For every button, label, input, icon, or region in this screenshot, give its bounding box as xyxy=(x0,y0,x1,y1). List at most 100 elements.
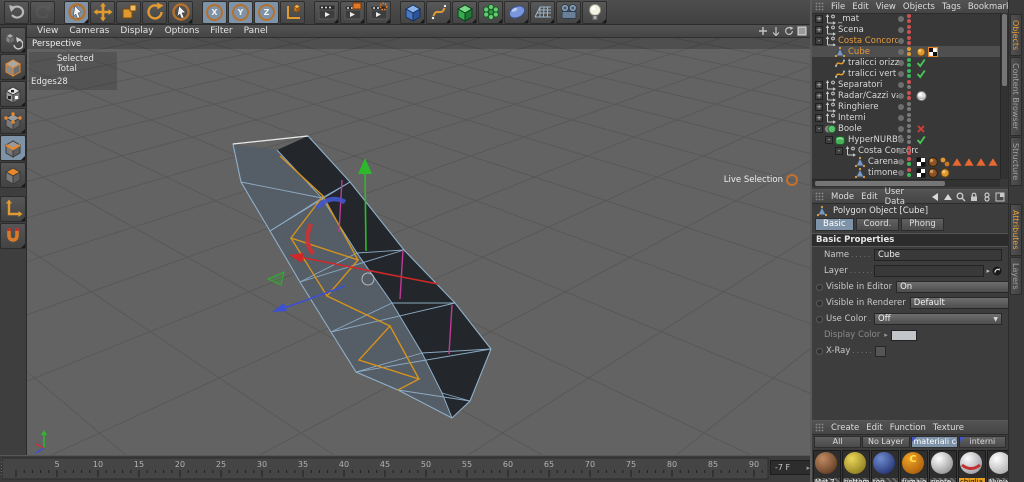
add-hypernurbs-button[interactable] xyxy=(452,0,477,24)
material-fumaiol[interactable]: Cfumaiol xyxy=(900,450,928,482)
visibility-dot[interactable] xyxy=(907,58,911,62)
om-menu-objects[interactable]: Objects xyxy=(903,2,935,12)
tri-up-icon[interactable] xyxy=(943,192,953,202)
lock-x-button[interactable]: X xyxy=(202,0,227,24)
side-tab-content-browser[interactable]: Content Browser xyxy=(1010,57,1022,137)
display-color-swatch[interactable] xyxy=(890,329,917,341)
om-menu-bookmark[interactable]: Bookmark xyxy=(968,2,1011,12)
object-row-ringhiere[interactable]: + Ringhiere xyxy=(812,101,1000,113)
visibility-dot[interactable] xyxy=(907,113,911,117)
visibility-dot[interactable] xyxy=(907,129,911,133)
visibility-dot[interactable] xyxy=(907,52,911,56)
layer-dot[interactable] xyxy=(898,103,904,110)
cross-tag-icon[interactable] xyxy=(916,124,926,134)
edge-mode-button[interactable] xyxy=(0,135,26,161)
layer-dot[interactable] xyxy=(898,136,904,143)
material-tab-interni[interactable]: interni xyxy=(958,436,1006,448)
object-row-scena[interactable]: + Scena xyxy=(812,24,1000,36)
add-modifier-button[interactable] xyxy=(478,0,503,24)
toggle-view-icon[interactable] xyxy=(797,26,807,36)
viewport-menu-cameras[interactable]: Cameras xyxy=(69,26,109,36)
material-top-sciv[interactable]: top sciv xyxy=(871,450,899,482)
layer-dot[interactable] xyxy=(898,59,904,66)
visibility-dot[interactable] xyxy=(907,107,911,111)
visibility-dot[interactable] xyxy=(907,69,911,73)
attr-tab-coord[interactable]: Coord. xyxy=(855,218,900,231)
attr-tab-phong[interactable]: Phong xyxy=(901,218,944,231)
check-tag-icon[interactable] xyxy=(916,69,926,79)
anim-dot[interactable] xyxy=(816,283,823,291)
anim-dot[interactable] xyxy=(816,347,823,355)
object-row-costa-concordia[interactable]: -Costa Concordia xyxy=(812,145,1000,157)
object-row-separatori[interactable]: + Separatori xyxy=(812,79,1000,91)
expand-toggle[interactable]: + xyxy=(815,14,823,23)
triangle-tag-icon[interactable] xyxy=(976,157,986,167)
visibility-dot[interactable] xyxy=(907,118,911,122)
attr-menu-user-data[interactable]: User Data xyxy=(885,187,923,207)
model-mode-button[interactable] xyxy=(0,54,26,80)
scroll-thumb[interactable] xyxy=(815,181,945,186)
expand-toggle[interactable]: - xyxy=(815,124,823,133)
visibility-dot[interactable] xyxy=(907,63,911,67)
material-tab-all[interactable]: All xyxy=(814,436,862,448)
layer-dot[interactable] xyxy=(898,15,904,22)
point-mode-button[interactable] xyxy=(0,108,26,134)
layer-dot[interactable] xyxy=(898,92,904,99)
add-scene-object-button[interactable] xyxy=(530,0,555,24)
object-row--mat[interactable]: + _mat xyxy=(812,13,1000,25)
expand-toggle[interactable]: - xyxy=(815,36,823,45)
om-menu-edit[interactable]: Edit xyxy=(852,2,868,12)
search-icon[interactable] xyxy=(956,192,966,202)
object-row-boole[interactable]: - Boole xyxy=(812,123,1000,134)
viewport-menu-options[interactable]: Options xyxy=(165,26,200,36)
link-icon[interactable] xyxy=(982,191,992,202)
add-primitive-button[interactable] xyxy=(400,0,425,24)
layer-dot[interactable] xyxy=(898,114,904,121)
object-tree-vscrollbar[interactable] xyxy=(1000,13,1008,179)
render-view-button[interactable] xyxy=(314,0,339,24)
check-tag-icon[interactable] xyxy=(916,135,926,145)
use-color-dropdown[interactable]: Off ▼ xyxy=(874,313,1002,325)
add-light-button[interactable] xyxy=(582,0,607,24)
render-region-button[interactable] xyxy=(340,0,365,24)
scale-tool-button[interactable] xyxy=(116,0,141,24)
visibility-dot[interactable] xyxy=(907,47,911,51)
side-tab-objects[interactable]: Objects xyxy=(1010,14,1022,57)
add-spline-button[interactable] xyxy=(426,0,451,24)
layer-dot[interactable] xyxy=(898,70,904,77)
flyout-arrow-icon[interactable]: ▸ xyxy=(884,331,888,339)
visibility-dot[interactable] xyxy=(907,91,911,95)
layer-dot[interactable] xyxy=(898,81,904,88)
viewport-menu-view[interactable]: View xyxy=(37,26,58,36)
check-tag-icon[interactable] xyxy=(916,58,926,68)
om-menu-view[interactable]: View xyxy=(876,2,896,12)
visibility-dot[interactable] xyxy=(907,151,911,155)
visibility-dot[interactable] xyxy=(907,173,911,177)
last-tool-button[interactable] xyxy=(168,0,193,24)
axis-y-arrow[interactable] xyxy=(364,170,367,252)
texture-mode-button[interactable] xyxy=(0,81,26,107)
object-row-tralicci-vert[interactable]: tralicci vert xyxy=(812,68,1000,79)
rotate-tool-button[interactable] xyxy=(142,0,167,24)
layer-dot[interactable] xyxy=(898,147,904,154)
scroll-thumb[interactable] xyxy=(1002,14,1007,86)
visibility-dot[interactable] xyxy=(907,135,911,139)
object-row-carena[interactable]: Carena xyxy=(812,156,1000,168)
visibility-dot[interactable] xyxy=(907,140,911,144)
live-selection-tool-button[interactable] xyxy=(64,0,89,24)
object-row-interni[interactable]: + Interni xyxy=(812,112,1000,124)
viewport-menu-display[interactable]: Display xyxy=(120,26,153,36)
tri-left-icon[interactable] xyxy=(930,192,940,202)
side-tab-layers[interactable]: Layers xyxy=(1010,256,1022,296)
viewport-scene[interactable] xyxy=(27,38,810,455)
timeline-ruler[interactable]: 5 10 15 20 25 30 35 40 45 50 55 60 65 70 75 80 85 90 xyxy=(2,456,770,482)
object-row-radar-cazzi-vari[interactable]: + Radar/Cazzi vari xyxy=(812,90,1000,102)
object-row-cube[interactable]: Cube xyxy=(812,46,1000,58)
lock-y-button[interactable]: Y xyxy=(228,0,253,24)
axis-mode-button[interactable] xyxy=(0,196,26,222)
expand-toggle[interactable]: + xyxy=(815,113,823,122)
lock-z-button[interactable]: Z xyxy=(254,0,279,24)
texture-tag-icon[interactable] xyxy=(916,167,926,178)
anim-dot[interactable] xyxy=(816,315,823,323)
material-tag-icon[interactable] xyxy=(928,167,938,178)
